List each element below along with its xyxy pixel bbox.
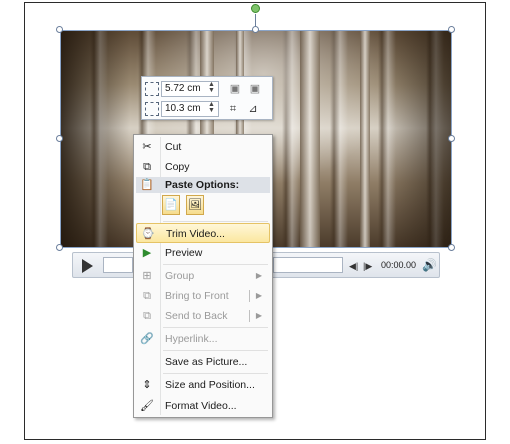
trim-video-icon: ⌚ [141,228,155,240]
menu-item-label: Trim Video... [166,228,225,240]
menu-item-size-and-position[interactable]: ⇕ Size and Position... [136,375,270,395]
send-to-back-icon: ⧉ [143,310,151,322]
submenu-arrow-icon: ▶ [255,291,262,300]
context-menu: ✂ Cut ⧉ Copy 📋 Paste Options: 📄 🖼 ⌚ Trim… [133,134,273,418]
submenu-arrow-icon: ▶ [255,311,262,320]
menu-item-label: Bring to Front [165,290,229,302]
resize-handle-top[interactable] [252,26,259,33]
size-position-icon: ⇕ [142,379,152,391]
volume-icon[interactable]: 🔊 [422,258,437,272]
menu-separator [163,221,268,222]
menu-item-trim-video[interactable]: ⌚ Trim Video... [136,223,270,243]
menu-separator [163,350,268,351]
menu-separator [163,327,268,328]
menu-item-preview[interactable]: ▶ Preview [136,243,270,263]
menu-item-group[interactable]: ⊞ Group ▶ [136,266,270,286]
width-spinner[interactable]: ▲ ▼ [208,101,215,114]
play-icon: ▶ [142,247,152,259]
paste-options-label: Paste Options: [165,179,240,191]
height-row: 5.72 cm ▲ ▼ ▣ ▣ [142,79,272,99]
menu-item-label: Cut [165,141,182,153]
paste-as-picture-button[interactable]: 🖼 [186,195,204,215]
timeline-bar[interactable] [103,257,133,273]
menu-item-cut[interactable]: ✂ Cut [136,137,270,157]
resize-handle-right[interactable] [448,135,455,142]
mini-toolbar: 5.72 cm ▲ ▼ ▣ ▣ 10.3 cm ▲ ▼ ⌗ ⊿ [141,76,273,120]
menu-item-copy[interactable]: ⧉ Copy [136,157,270,177]
timeline-bar[interactable] [273,257,343,273]
menu-item-label: Hyperlink... [165,333,218,345]
menu-item-label: Size and Position... [165,379,255,391]
width-row: 10.3 cm ▲ ▼ ⌗ ⊿ [142,99,272,119]
menu-item-format-video[interactable]: 🖌 Format Video... [136,396,270,416]
hyperlink-icon: 🔗 [140,333,154,345]
submenu-arrow-icon: ▶ [255,271,262,280]
menu-item-send-to-back[interactable]: ⧉ Send to Back ▶ [136,306,270,326]
shape-height-icon [145,82,159,96]
menu-item-label: Format Video... [165,400,237,412]
group-icon: ⊞ [142,270,152,282]
crop-icon[interactable]: ⌗ [226,102,240,116]
menu-item-label: Copy [165,161,190,173]
menu-separator [163,373,268,374]
paste-keep-formatting-button[interactable]: 📄 [162,195,180,215]
align-icon[interactable]: ⊿ [246,102,260,116]
step-back-icon[interactable]: ◀| [349,261,358,272]
scissors-icon: ✂ [142,141,152,153]
menu-item-bring-to-front[interactable]: ⧉ Bring to Front ▶ [136,286,270,306]
rotation-handle[interactable] [251,4,260,13]
resize-handle-top-left[interactable] [56,26,63,33]
copy-icon: ⧉ [143,161,151,173]
shape-width-icon [145,102,159,116]
resize-handle-bottom-right[interactable] [448,244,455,251]
resize-handle-top-right[interactable] [448,26,455,33]
paste-options-header: 📋 Paste Options: [136,177,270,193]
height-spinner[interactable]: ▲ ▼ [208,81,215,94]
resize-handle-left[interactable] [56,135,63,142]
send-backward-icon[interactable]: ▣ [248,82,262,96]
menu-item-hyperlink[interactable]: 🔗 Hyperlink... [136,329,270,349]
menu-item-label: Send to Back [165,310,228,322]
play-icon[interactable] [82,259,93,273]
bring-forward-icon[interactable]: ▣ [228,82,242,96]
resize-handle-bottom-left[interactable] [56,244,63,251]
menu-item-label: Group [165,270,195,282]
format-video-icon: 🖌 [140,400,154,412]
split-divider [249,310,250,322]
bring-to-front-icon: ⧉ [143,290,151,302]
paste-icon: 📋 [140,179,154,191]
menu-item-label: Save as Picture... [165,356,248,368]
time-display: 00:00.00 [381,260,417,270]
menu-separator [163,264,268,265]
step-forward-icon[interactable]: |▶ [363,261,372,272]
menu-item-label: Preview [165,247,203,259]
split-divider [249,290,250,302]
menu-item-save-as-picture[interactable]: Save as Picture... [136,352,270,372]
